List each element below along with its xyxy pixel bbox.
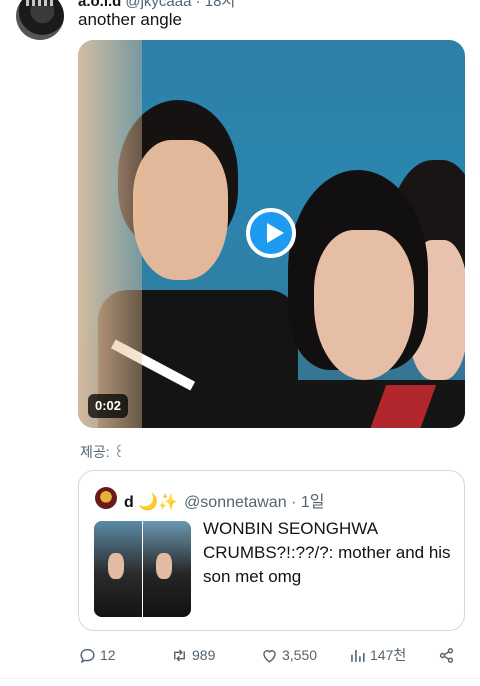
repost-count: 989 [192, 647, 216, 663]
quoted-tweet[interactable]: d 🌙✨ @sonnetawan · 1일 WONBIN SEONGHWA CRU… [78, 470, 465, 631]
like-count: 3,550 [282, 647, 318, 663]
video-frame-edge [78, 40, 142, 428]
quote-text: WONBIN SEONGHWA CRUMBS?!:??/?: mother an… [203, 519, 451, 586]
quote-author-avatar [95, 487, 117, 509]
thumbnail-divider [142, 521, 143, 617]
tweet-divider [0, 678, 480, 679]
repost-icon [174, 648, 185, 662]
thumbnail-face [108, 553, 124, 579]
reply-button[interactable]: 12 [78, 644, 116, 666]
quote-author-handle: @sonnetawan · 1일 [184, 494, 325, 511]
views-icon [351, 649, 365, 662]
reply-count: 12 [100, 647, 116, 663]
video-frame-face [133, 140, 228, 280]
video-frame-face [314, 230, 414, 380]
author-name[interactable]: a.o.l.d [78, 0, 121, 10]
video-frame-body [278, 380, 465, 428]
reply-icon [80, 648, 95, 663]
heart-icon [263, 649, 276, 663]
video-duration-badge: 0:02 [88, 394, 129, 418]
share-icon [439, 647, 454, 663]
author-avatar[interactable] [16, 0, 64, 40]
share-button[interactable] [437, 644, 459, 666]
tweet-video[interactable]: 0:02 [78, 40, 465, 428]
tweet-text: another angle [78, 10, 182, 29]
media-provided-by: 제공: ꒰ [80, 444, 125, 460]
play-icon[interactable] [246, 208, 296, 258]
quote-header: d 🌙✨ @sonnetawan · 1일 [124, 488, 324, 512]
quote-author-name: d 🌙✨ [124, 494, 179, 511]
thumbnail-face [156, 553, 172, 579]
view-count: 147천 [370, 647, 407, 663]
like-button[interactable]: 3,550 [260, 644, 317, 666]
author-handle[interactable]: @jkycaaa · 18시 [125, 0, 235, 10]
tweet-actions: 12 989 3,550 147천 [78, 644, 465, 666]
repost-button[interactable]: 989 [170, 644, 215, 666]
quote-thumbnail [94, 521, 191, 617]
views-button[interactable]: 147천 [348, 644, 406, 666]
